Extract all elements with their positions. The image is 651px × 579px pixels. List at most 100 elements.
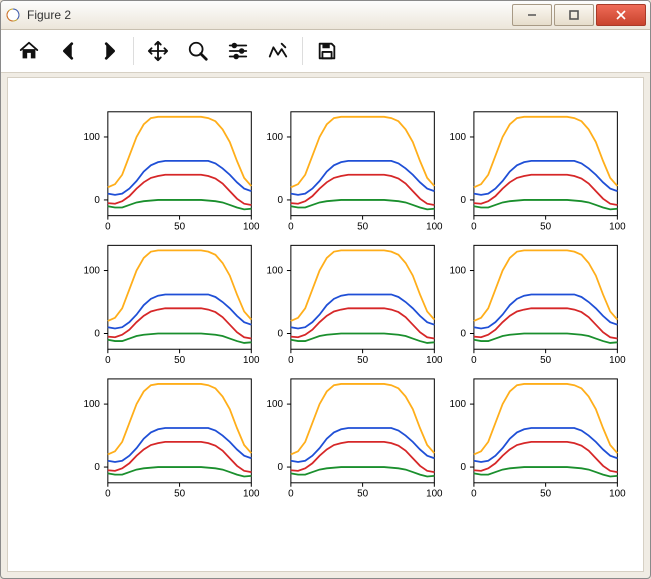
configure-icon[interactable] xyxy=(218,31,258,71)
svg-text:100: 100 xyxy=(266,266,283,277)
svg-text:50: 50 xyxy=(540,222,551,233)
svg-text:0: 0 xyxy=(288,222,294,233)
close-button[interactable] xyxy=(596,4,646,26)
svg-text:0: 0 xyxy=(471,489,477,500)
svg-text:0: 0 xyxy=(277,462,283,473)
svg-text:50: 50 xyxy=(174,355,185,366)
series-orange xyxy=(291,250,434,321)
svg-text:50: 50 xyxy=(174,222,185,233)
figure-inner: 0 50 100 0 100 0 50 100 0 100 0 50 100 0 100 0 50 100 0 100… xyxy=(22,92,629,557)
svg-text:50: 50 xyxy=(357,489,368,500)
app-icon xyxy=(5,7,21,23)
save-icon[interactable] xyxy=(307,31,347,71)
maximize-button[interactable] xyxy=(554,4,594,26)
series-blue xyxy=(291,294,434,328)
svg-text:100: 100 xyxy=(450,399,467,410)
svg-text:50: 50 xyxy=(357,355,368,366)
svg-text:100: 100 xyxy=(450,266,467,277)
series-blue xyxy=(291,161,434,195)
series-green xyxy=(291,467,434,476)
series-green xyxy=(291,200,434,209)
subplot: 0 50 100 0 100 xyxy=(266,112,443,233)
minimize-button[interactable] xyxy=(512,4,552,26)
series-blue xyxy=(474,294,617,328)
svg-text:0: 0 xyxy=(460,328,466,339)
subplot: 0 50 100 0 100 xyxy=(266,245,443,366)
series-blue xyxy=(108,161,251,195)
svg-text:0: 0 xyxy=(471,355,477,366)
svg-text:0: 0 xyxy=(288,355,294,366)
series-green xyxy=(474,467,617,476)
series-green xyxy=(474,333,617,342)
svg-text:50: 50 xyxy=(174,489,185,500)
svg-text:50: 50 xyxy=(540,489,551,500)
back-icon[interactable] xyxy=(49,31,89,71)
svg-text:0: 0 xyxy=(277,328,283,339)
series-orange xyxy=(474,384,617,455)
svg-text:0: 0 xyxy=(471,222,477,233)
series-green xyxy=(291,333,434,342)
svg-text:100: 100 xyxy=(243,489,260,500)
series-green xyxy=(474,200,617,209)
figure-canvas: 0 50 100 0 100 0 50 100 0 100 0 50 100 0 100 0 50 100 0 100… xyxy=(7,77,644,572)
svg-text:0: 0 xyxy=(277,195,283,206)
series-blue xyxy=(474,161,617,195)
series-orange xyxy=(108,250,251,321)
series-orange xyxy=(291,384,434,455)
toolbar-separator xyxy=(302,37,303,65)
subplot: 0 50 100 0 100 xyxy=(450,112,627,233)
series-green xyxy=(108,200,251,209)
svg-text:0: 0 xyxy=(105,489,111,500)
svg-text:0: 0 xyxy=(94,462,100,473)
subplot: 0 50 100 0 100 xyxy=(83,245,260,366)
svg-text:100: 100 xyxy=(266,399,283,410)
series-blue xyxy=(291,428,434,462)
svg-text:0: 0 xyxy=(94,328,100,339)
edit-icon[interactable] xyxy=(258,31,298,71)
svg-text:0: 0 xyxy=(460,462,466,473)
window-buttons xyxy=(510,4,646,26)
svg-text:100: 100 xyxy=(426,355,443,366)
subplot: 0 50 100 0 100 xyxy=(450,379,627,500)
subplot: 0 50 100 0 100 xyxy=(83,379,260,500)
svg-text:50: 50 xyxy=(357,222,368,233)
subplot: 0 50 100 0 100 xyxy=(83,112,260,233)
svg-text:0: 0 xyxy=(105,222,111,233)
series-orange xyxy=(291,117,434,188)
svg-text:100: 100 xyxy=(83,399,100,410)
svg-text:0: 0 xyxy=(105,355,111,366)
window-title: Figure 2 xyxy=(27,8,510,22)
svg-text:0: 0 xyxy=(460,195,466,206)
subplot: 0501000100 xyxy=(266,379,443,500)
series-orange xyxy=(474,117,617,188)
series-green xyxy=(108,467,251,476)
series-orange xyxy=(108,117,251,188)
figure-svg: 0 50 100 0 100 0 50 100 0 100 0 50 100 0 100 0 50 100 0 100… xyxy=(22,92,629,557)
svg-text:100: 100 xyxy=(266,132,283,143)
series-green xyxy=(108,333,251,342)
svg-text:100: 100 xyxy=(609,222,626,233)
svg-text:0: 0 xyxy=(94,195,100,206)
svg-text:100: 100 xyxy=(609,355,626,366)
svg-text:100: 100 xyxy=(243,355,260,366)
pan-icon[interactable] xyxy=(138,31,178,71)
forward-icon[interactable] xyxy=(89,31,129,71)
svg-text:100: 100 xyxy=(83,132,100,143)
svg-text:50: 50 xyxy=(540,355,551,366)
series-blue xyxy=(108,428,251,462)
toolbar-separator xyxy=(133,37,134,65)
svg-text:100: 100 xyxy=(83,266,100,277)
figure-window: Figure 2 0501000100050100010005010001000… xyxy=(0,0,651,579)
series-orange xyxy=(108,384,251,455)
svg-text:100: 100 xyxy=(426,489,443,500)
svg-text:100: 100 xyxy=(609,489,626,500)
toolbar xyxy=(1,30,650,73)
zoom-icon[interactable] xyxy=(178,31,218,71)
home-icon[interactable] xyxy=(9,31,49,71)
svg-text:100: 100 xyxy=(450,132,467,143)
svg-text:100: 100 xyxy=(243,222,260,233)
series-blue xyxy=(474,428,617,462)
series-orange xyxy=(474,250,617,321)
series-blue xyxy=(108,294,251,328)
svg-text:100: 100 xyxy=(426,222,443,233)
